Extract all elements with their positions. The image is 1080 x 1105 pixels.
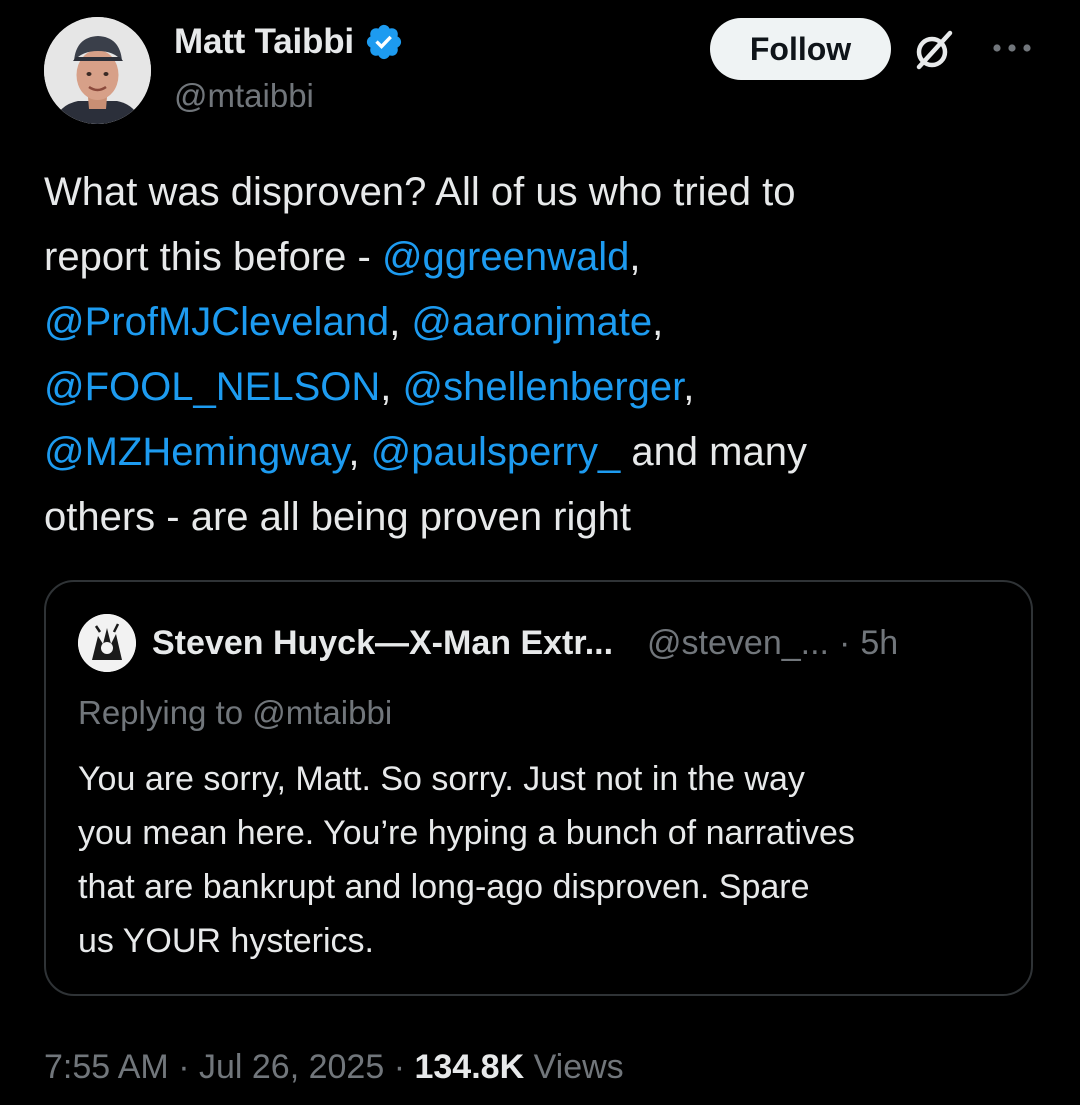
tweet-text-line: What was disproven? All of us who tried …	[44, 160, 1044, 225]
verified-badge-icon[interactable]	[364, 22, 404, 62]
tweet-text-line: @ProfMJCleveland, @aaronjmate,	[44, 290, 1044, 355]
tweet-text-segment: ,	[683, 365, 695, 409]
quote-timestamp: 5h	[860, 623, 899, 662]
author-avatar[interactable]	[44, 17, 151, 124]
quote-text: You are sorry, Matt. So sorry. Just not …	[78, 752, 1008, 968]
views-count: 134.8K	[414, 1048, 525, 1086]
tweet-text-segment: and many	[620, 430, 807, 474]
more-options-icon[interactable]	[990, 40, 1034, 56]
tweet-text-line: @FOOL_NELSON, @shellenberger,	[44, 355, 1044, 420]
mention-link[interactable]: @FOOL_NELSON	[44, 365, 380, 409]
mention-link[interactable]: @paulsperry_	[371, 430, 621, 474]
quote-header: Steven Huyck—X-Man Extr... @steven_... ·…	[78, 614, 898, 672]
mention-link[interactable]: @ggreenwald	[382, 235, 629, 279]
tweet-text-segment: report this before -	[44, 235, 382, 279]
replying-to: Replying to @mtaibbi	[78, 694, 393, 731]
author-name-row: Matt Taibbi	[174, 22, 404, 62]
tweet-card: Matt Taibbi @mtaibbi Follow What was dis…	[0, 0, 1080, 1105]
quote-separator: ·	[838, 623, 851, 662]
author-name[interactable]: Matt Taibbi	[174, 22, 354, 62]
mention-link[interactable]: @aaronjmate	[411, 300, 652, 344]
tweet-time[interactable]: 7:55 AM	[44, 1048, 169, 1086]
mention-link[interactable]: @MZHemingway	[44, 430, 348, 474]
tweet-text-segment: ,	[652, 300, 664, 344]
meta-separator: ·	[178, 1048, 199, 1086]
tweet-text-segment: ,	[389, 300, 412, 344]
tweet-date[interactable]: Jul 26, 2025	[199, 1048, 384, 1086]
tweet-meta: 7:55 AM · Jul 26, 2025 · 134.8K Views	[44, 1048, 624, 1087]
views-label: Views	[533, 1048, 624, 1086]
grok-icon[interactable]	[910, 26, 958, 74]
tweet-text-segment: ,	[380, 365, 403, 409]
tweet-text-line: others - are all being proven right	[44, 485, 1044, 550]
tweet-text-segment: What was disproven? All of us who tried …	[44, 170, 796, 214]
tweet-text-segment: ,	[629, 235, 641, 279]
quote-text-line: us YOUR hysterics.	[78, 922, 375, 960]
tweet-text-segment: others - are all being proven right	[44, 495, 631, 539]
quote-author-handle: @steven_...	[647, 623, 829, 662]
quote-text-line: You are sorry, Matt. So sorry. Just not …	[78, 760, 805, 798]
follow-button[interactable]: Follow	[710, 18, 891, 80]
quote-author-avatar[interactable]	[78, 614, 136, 672]
tweet-text-segment: ,	[348, 430, 371, 474]
mention-link[interactable]: @ProfMJCleveland	[44, 300, 389, 344]
quote-text-line: you mean here. You’re hyping a bunch of …	[78, 814, 855, 852]
tweet-text-line: report this before - @ggreenwald,	[44, 225, 1044, 290]
quote-text-line: that are bankrupt and long-ago disproven…	[78, 868, 810, 906]
meta-separator: ·	[393, 1048, 415, 1086]
quoted-tweet[interactable]: Steven Huyck—X-Man Extr... @steven_... ·…	[44, 580, 1033, 996]
tweet-text: What was disproven? All of us who tried …	[44, 160, 1044, 550]
tweet-text-line: @MZHemingway, @paulsperry_ and many	[44, 420, 1044, 485]
author-handle[interactable]: @mtaibbi	[174, 77, 314, 115]
mention-link[interactable]: @shellenberger	[402, 365, 683, 409]
quote-author-name: Steven Huyck—X-Man Extr...	[152, 623, 614, 662]
